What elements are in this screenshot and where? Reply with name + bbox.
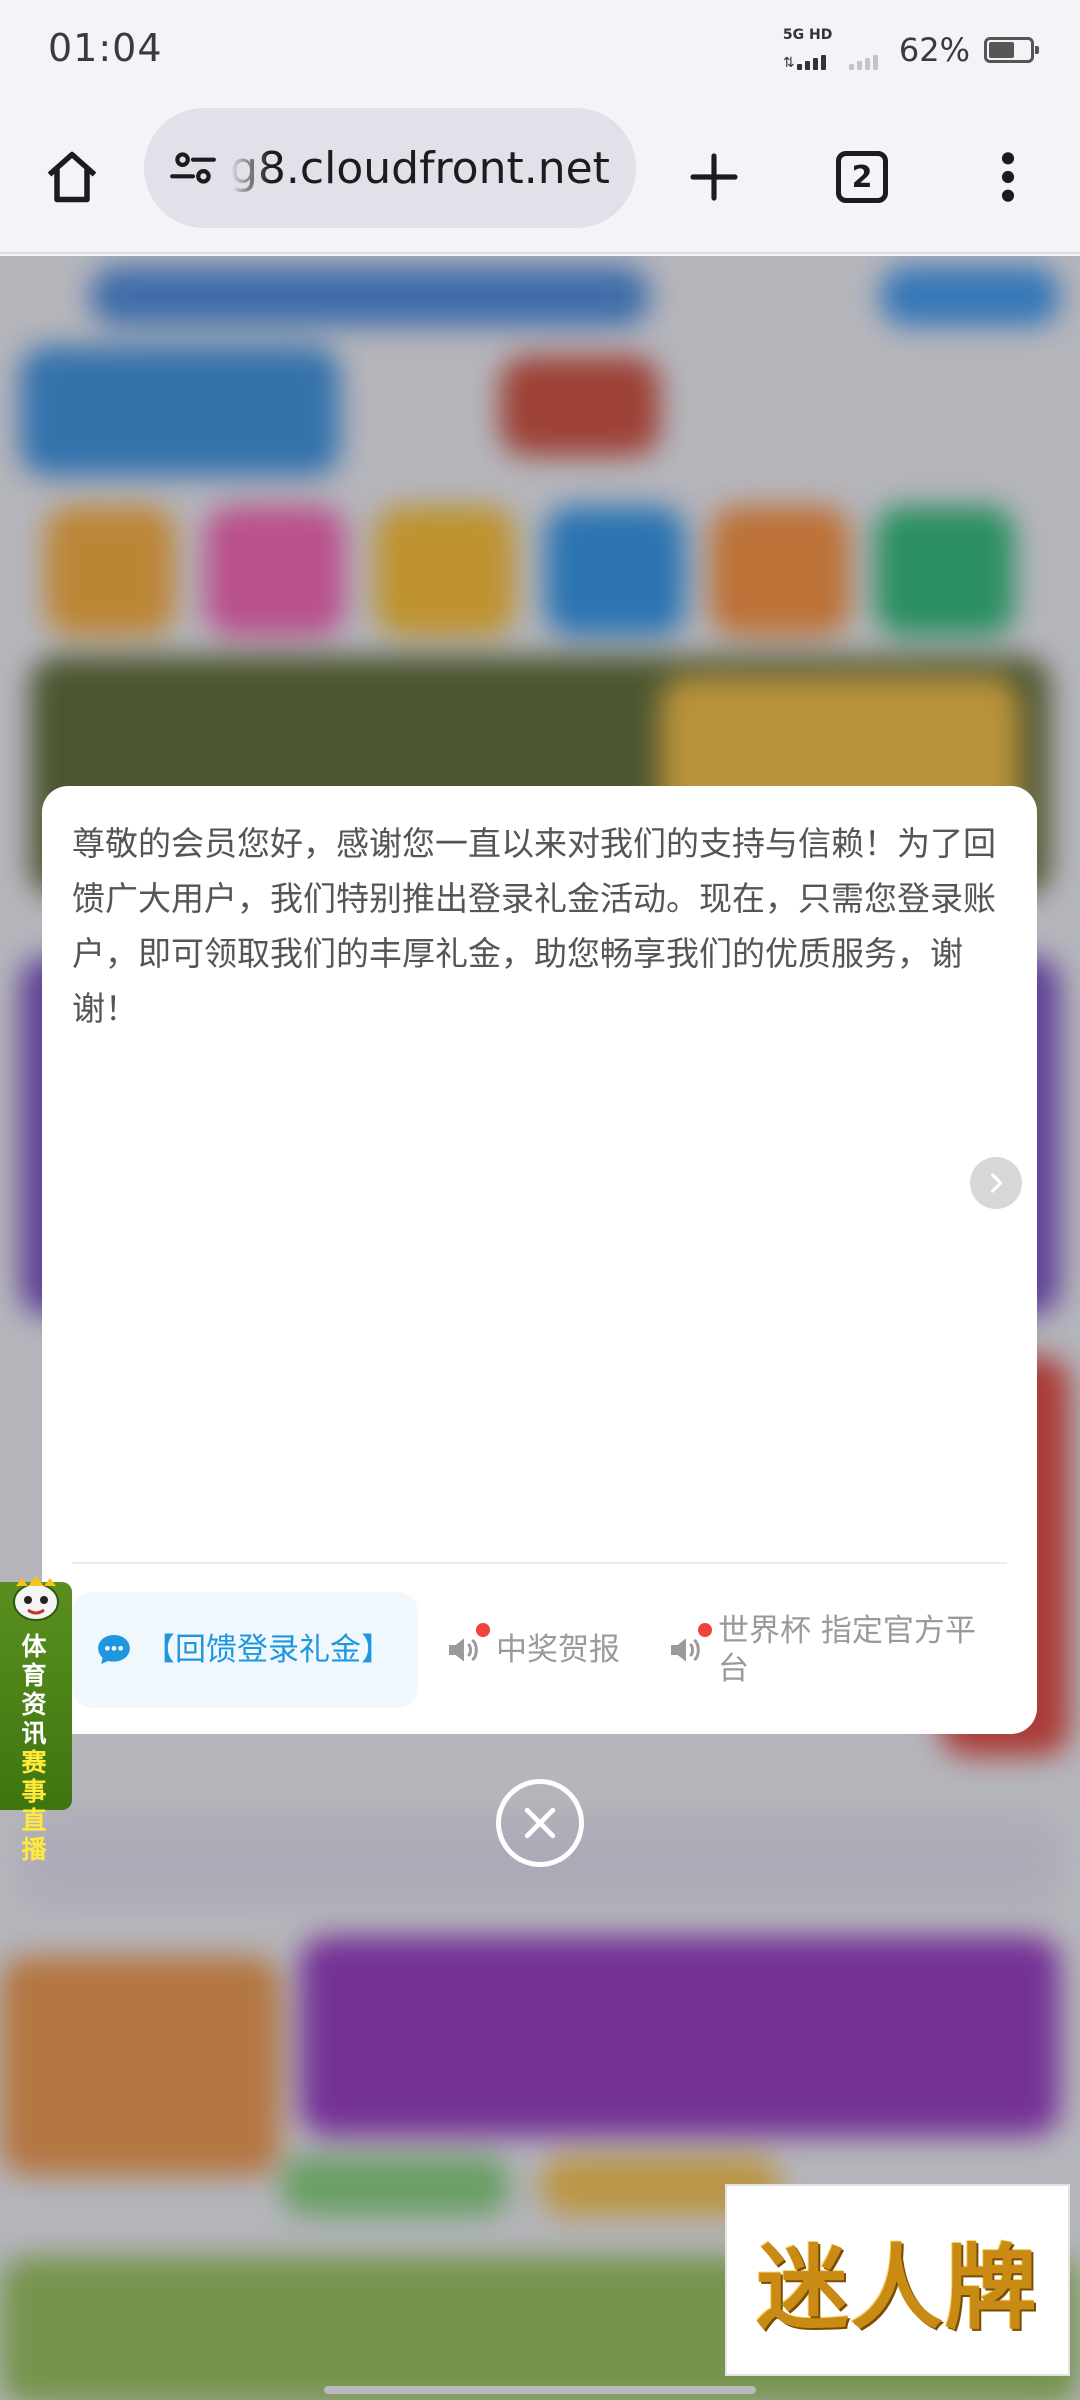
- tab-world-cup-label: 世界杯 指定官方平台: [718, 1613, 976, 1687]
- tab-winner-report-label: 中奖贺报: [496, 1632, 620, 1668]
- tab-login-bonus[interactable]: 【回馈登录礼金】: [72, 1592, 418, 1708]
- tab-login-bonus-label: 【回馈登录礼金】: [144, 1632, 392, 1668]
- tab-switcher-button[interactable]: 2: [812, 127, 912, 227]
- speaker-icon: [671, 1638, 700, 1662]
- network-label: 5G HD: [782, 27, 833, 43]
- plus-icon: [690, 153, 738, 201]
- tab-count: 2: [836, 151, 888, 203]
- brand-logo[interactable]: 迷人牌: [725, 2184, 1070, 2376]
- close-icon: [524, 1807, 556, 1839]
- unread-dot: [698, 1623, 712, 1637]
- browser-toolbar: g8.cloudfront.net 2: [0, 100, 1080, 254]
- more-menu-button[interactable]: [958, 127, 1058, 227]
- site-settings-icon[interactable]: [168, 143, 218, 193]
- badge-line-sports-news: 体育资讯: [21, 1632, 47, 1748]
- close-modal-button[interactable]: [496, 1779, 584, 1867]
- status-bar: 01:04 5G HD ⇅ 62%: [0, 0, 1080, 100]
- announcement-tabs: 【回馈登录礼金】 中奖贺报 世界杯 指定官方平台: [72, 1592, 1012, 1708]
- sports-news-badge[interactable]: 体育资讯 赛事直播: [0, 1576, 72, 1864]
- home-indicator[interactable]: [324, 2386, 756, 2394]
- unread-dot: [476, 1623, 490, 1637]
- tab-winner-report[interactable]: 中奖贺报: [444, 1592, 620, 1708]
- next-arrow-button[interactable]: [970, 1157, 1022, 1209]
- more-vert-icon: [1001, 152, 1015, 202]
- modal-divider: [72, 1562, 1007, 1564]
- new-tab-button[interactable]: [664, 127, 764, 227]
- home-button[interactable]: [22, 127, 122, 227]
- speaker-icon: [449, 1638, 478, 1662]
- battery-icon: [984, 37, 1039, 63]
- cellular-5g-icon: 5G HD ⇅: [782, 27, 833, 71]
- announcement-message: 尊敬的会员您好，感谢您一直以来对我们的支持与信赖！为了回馈广大用户，我们特别推出…: [72, 824, 996, 1028]
- tab-world-cup[interactable]: 世界杯 指定官方平台: [666, 1592, 1012, 1708]
- home-icon: [47, 151, 97, 203]
- battery-percent: 62%: [898, 31, 970, 69]
- announcement-modal: 尊敬的会员您好，感谢您一直以来对我们的支持与信赖！为了回馈广大用户，我们特别推出…: [42, 786, 1037, 1734]
- cellular-signal-icon: [848, 28, 885, 72]
- badge-line-live-match: 赛事直播: [21, 1748, 47, 1864]
- address-bar[interactable]: g8.cloudfront.net: [144, 108, 636, 228]
- chat-bubble-icon: [98, 1635, 130, 1665]
- status-icons: 5G HD ⇅ 62%: [782, 27, 1039, 72]
- url-text[interactable]: g8.cloudfront.net: [230, 143, 610, 194]
- mascot-icon: [13, 1576, 59, 1621]
- brand-logo-text: 迷人牌: [756, 2233, 1039, 2342]
- chevron-right-icon: [990, 1173, 1003, 1193]
- status-time: 01:04: [48, 26, 163, 70]
